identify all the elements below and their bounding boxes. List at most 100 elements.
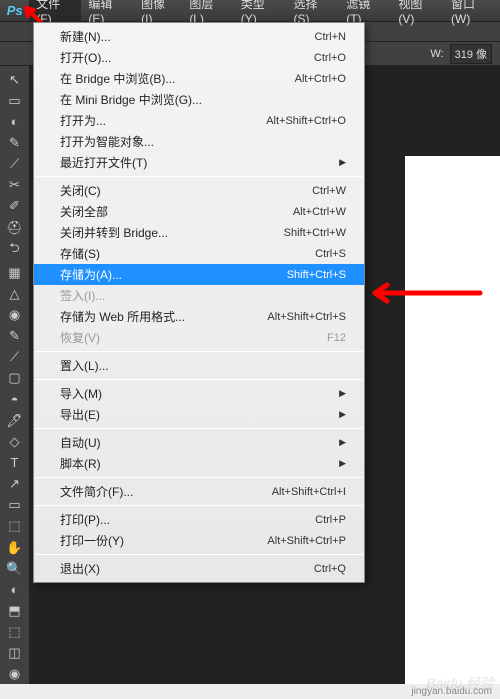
submenu-arrow-icon: ▶ (339, 388, 346, 399)
menu-item-shortcut: Shift+Ctrl+W (284, 227, 346, 239)
menu-item-0-0[interactable]: 新建(N)...Ctrl+N (34, 26, 364, 47)
tool-26[interactable]: ⬚ (3, 623, 27, 642)
menu-item-label: 存储为(A)... (60, 266, 287, 283)
tool-6[interactable]: ✐ (3, 197, 27, 216)
watermark: Baidu 经验 (426, 673, 494, 693)
menu-item-label: 在 Bridge 中浏览(B)... (60, 70, 295, 87)
tool-20[interactable]: ▭ (3, 496, 27, 515)
tool-18[interactable]: T (3, 453, 27, 472)
menubar-item-1[interactable]: 编辑(E) (81, 0, 134, 21)
tool-7[interactable]: ⛑ (3, 218, 27, 237)
tool-13[interactable]: ⟋ (3, 348, 27, 367)
tool-16[interactable]: 🖊 (3, 411, 27, 430)
width-label: W: (430, 48, 443, 60)
footer: jingyan.baidu.com (0, 684, 500, 699)
tool-28[interactable]: ◉ (3, 665, 27, 684)
menu-item-1-2[interactable]: 关闭并转到 Bridge...Shift+Ctrl+W (34, 222, 364, 243)
menu-item-6-0[interactable]: 打印(P)...Ctrl+P (34, 509, 364, 530)
menu-item-1-1[interactable]: 关闭全部Alt+Ctrl+W (34, 201, 364, 222)
tool-5[interactable]: ✂ (3, 176, 27, 195)
tool-25[interactable]: ⬒ (3, 601, 27, 620)
menu-item-label: 文件简介(F)... (60, 483, 272, 500)
menu-item-shortcut: Shift+Ctrl+S (287, 269, 346, 281)
menu-item-label: 打开(O)... (60, 49, 314, 66)
tool-23[interactable]: 🔍 (3, 559, 27, 578)
menu-item-6-1[interactable]: 打印一份(Y)Alt+Shift+Ctrl+P (34, 530, 364, 551)
tool-2[interactable]: ◐ (3, 112, 27, 131)
menu-item-4-1[interactable]: 脚本(R) ▶ (34, 453, 364, 474)
menu-item-label: 新建(N)... (60, 28, 315, 45)
menu-separator (35, 477, 363, 478)
tool-9[interactable]: ▦ (3, 263, 27, 282)
tool-0[interactable]: ↖ (3, 70, 27, 89)
submenu-arrow-icon: ▶ (339, 458, 346, 469)
width-field[interactable]: 319 像 (450, 44, 492, 64)
menubar-item-8[interactable]: 窗口(W) (444, 0, 500, 21)
menubar-item-7[interactable]: 视图(V) (391, 0, 444, 21)
menu-item-4-0[interactable]: 自动(U)▶ (34, 432, 364, 453)
menubar-item-3[interactable]: 图层(L) (182, 0, 233, 21)
tool-15[interactable]: ◓ (3, 390, 27, 409)
annotation-arrow-right (365, 278, 485, 313)
menu-item-5-0[interactable]: 文件简介(F)...Alt+Shift+Ctrl+I (34, 481, 364, 502)
menu-item-2-0[interactable]: 置入(L)... (34, 355, 364, 376)
menu-item-shortcut: Alt+Ctrl+O (295, 73, 346, 85)
menu-item-0-4[interactable]: 打开为...Alt+Shift+Ctrl+O (34, 110, 364, 131)
menu-item-label: 退出(X) (60, 560, 314, 577)
tool-27[interactable]: ◫ (3, 644, 27, 663)
menu-item-1-6[interactable]: 存储为 Web 所用格式...Alt+Shift+Ctrl+S (34, 306, 364, 327)
tool-19[interactable]: ↗ (3, 475, 27, 494)
menu-item-shortcut: Alt+Shift+Ctrl+O (266, 115, 346, 127)
menu-item-0-2[interactable]: 在 Bridge 中浏览(B)...Alt+Ctrl+O (34, 68, 364, 89)
file-menu-dropdown: 新建(N)...Ctrl+N打开(O)...Ctrl+O在 Bridge 中浏览… (33, 22, 365, 583)
tool-21[interactable]: ⬚ (3, 517, 27, 536)
menu-item-3-0[interactable]: 导入(M) ▶ (34, 383, 364, 404)
menu-item-label: 存储为 Web 所用格式... (60, 308, 267, 325)
menu-item-0-1[interactable]: 打开(O)...Ctrl+O (34, 47, 364, 68)
tool-24[interactable]: ◐ (3, 580, 27, 599)
menu-item-7-0[interactable]: 退出(X)Ctrl+Q (34, 558, 364, 579)
menubar-item-2[interactable]: 图像(I) (134, 0, 182, 21)
menubar-item-6[interactable]: 滤镜(T) (339, 0, 391, 21)
document-canvas[interactable] (405, 156, 500, 684)
tool-8[interactable]: ⮌ (3, 239, 27, 261)
menu-separator (35, 379, 363, 380)
menu-item-shortcut: Ctrl+Q (314, 563, 346, 575)
tool-14[interactable]: ▢ (3, 369, 27, 388)
menu-item-0-3[interactable]: 在 Mini Bridge 中浏览(G)... (34, 89, 364, 110)
menu-item-label: 打开为... (60, 112, 266, 129)
tool-10[interactable]: △ (3, 284, 27, 303)
menu-item-shortcut: Ctrl+N (315, 31, 346, 43)
menu-item-3-1[interactable]: 导出(E)▶ (34, 404, 364, 425)
menu-item-label: 脚本(R) (60, 455, 335, 472)
menu-item-label: 导入(M) (60, 385, 335, 402)
menubar-item-5[interactable]: 选择(S) (287, 0, 340, 21)
menu-separator (35, 505, 363, 506)
menu-item-1-0[interactable]: 关闭(C)Ctrl+W (34, 180, 364, 201)
menu-item-label: 在 Mini Bridge 中浏览(G)... (60, 91, 346, 108)
menu-item-shortcut: Ctrl+S (315, 248, 346, 260)
tool-1[interactable]: ▭ (3, 91, 27, 110)
menu-item-0-5[interactable]: 打开为智能对象... (34, 131, 364, 152)
menu-item-shortcut: Alt+Shift+Ctrl+P (267, 535, 346, 547)
menu-item-1-3[interactable]: 存储(S)Ctrl+S (34, 243, 364, 264)
menu-item-label: 存储(S) (60, 245, 315, 262)
menu-item-label: 签入(I)... (60, 287, 346, 304)
tool-11[interactable]: ◉ (3, 305, 27, 324)
menu-item-label: 自动(U) (60, 434, 335, 451)
tool-17[interactable]: ◇ (3, 432, 27, 451)
menu-item-1-4[interactable]: 存储为(A)...Shift+Ctrl+S (34, 264, 364, 285)
tool-4[interactable]: ⟋ (3, 155, 27, 174)
menu-item-shortcut: Alt+Shift+Ctrl+I (272, 486, 346, 498)
menu-item-label: 打印(P)... (60, 511, 315, 528)
menu-item-label: 最近打开文件(T) (60, 154, 335, 171)
menu-item-label: 打开为智能对象... (60, 133, 346, 150)
menu-item-label: 恢复(V) (60, 329, 327, 346)
menu-item-label: 打印一份(Y) (60, 532, 267, 549)
menubar-item-4[interactable]: 类型(Y) (234, 0, 287, 21)
tool-22[interactable]: ✋ (3, 538, 27, 557)
tool-3[interactable]: ✎ (3, 133, 27, 152)
menu-item-shortcut: Alt+Shift+Ctrl+S (267, 311, 346, 323)
menu-item-0-6[interactable]: 最近打开文件(T)▶ (34, 152, 364, 173)
tool-12[interactable]: ✎ (3, 327, 27, 346)
